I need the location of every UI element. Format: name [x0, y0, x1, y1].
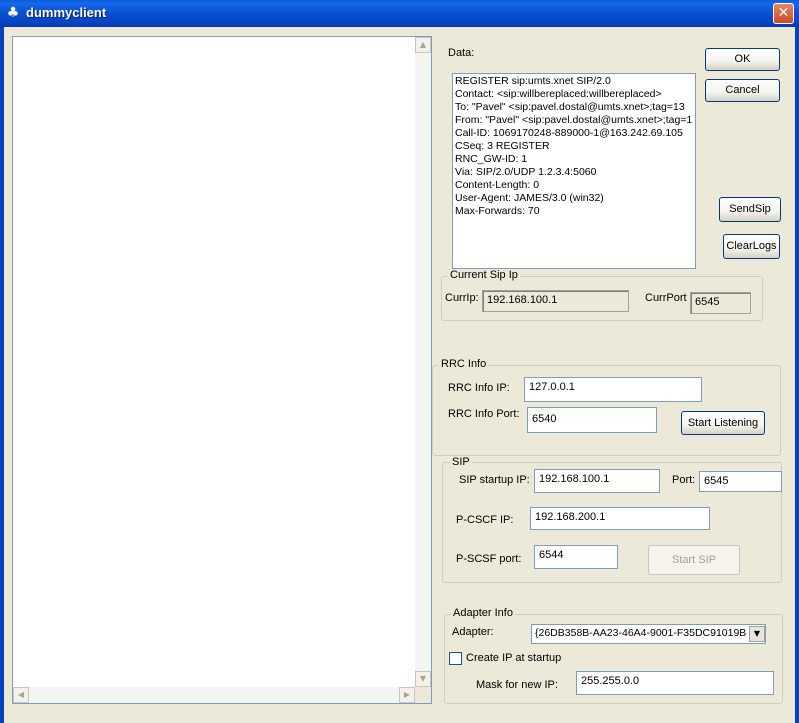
log-horizontal-scrollbar[interactable]: ◀ ▶: [13, 687, 415, 703]
sip-message-line: REGISTER sip:umts.xnet SIP/2.0: [455, 75, 611, 87]
create-ip-checkbox[interactable]: [449, 652, 462, 665]
sip-port-label: Port:: [672, 474, 696, 486]
sip-message-line: Max-Forwards: 70: [455, 205, 540, 217]
sip-port-input[interactable]: 6545: [699, 471, 782, 492]
sip-message-line: RNC_GW-ID: 1: [455, 153, 528, 165]
send-sip-button[interactable]: SendSip: [719, 197, 781, 222]
title-bar[interactable]: ♣ dummyclient ✕: [0, 0, 799, 27]
sip-message-line: Via: SIP/2.0/UDP 1.2.3.4:5060: [455, 166, 597, 178]
adapter-info-legend: Adapter Info: [451, 607, 515, 619]
start-sip-button[interactable]: Start SIP: [648, 545, 740, 575]
mask-label: Mask for new IP:: [476, 679, 558, 691]
curr-ip-label: CurrIp:: [445, 292, 479, 304]
adapter-select[interactable]: {26DB358B-AA23-46A4-9001-F35DC91019B: [531, 624, 766, 644]
sip-message-line: To: "Pavel" <sip:pavel.dostal@umts.xnet>…: [455, 101, 685, 113]
create-ip-label[interactable]: Create IP at startup: [466, 652, 561, 664]
sip-message-line: Contact: <sip:willbereplaced:willberepla…: [455, 88, 662, 100]
rrc-port-input[interactable]: 6540: [527, 407, 657, 433]
clear-logs-button[interactable]: ClearLogs: [723, 234, 780, 259]
rrc-port-label: RRC Info Port:: [448, 408, 520, 420]
ok-button[interactable]: OK: [705, 48, 780, 71]
curr-ip-field: 192.168.100.1: [482, 290, 629, 312]
rrc-ip-label: RRC Info IP:: [448, 382, 510, 394]
scroll-down-arrow-icon[interactable]: ▼: [415, 671, 431, 687]
mask-input[interactable]: 255.255.0.0: [576, 671, 774, 695]
start-listening-button[interactable]: Start Listening: [681, 411, 765, 435]
rrc-ip-input[interactable]: 127.0.0.1: [524, 377, 702, 402]
pscsf-port-input[interactable]: 6544: [534, 545, 618, 569]
sip-message-line: Content-Length: 0: [455, 179, 540, 191]
app-icon: ♣: [6, 5, 20, 21]
adapter-label: Adapter:: [452, 626, 494, 638]
pcscf-ip-input[interactable]: 192.168.200.1: [530, 507, 710, 530]
log-panel[interactable]: ▲ ▼ ◀ ▶: [12, 36, 432, 704]
adapter-selected-value: {26DB358B-AA23-46A4-9001-F35DC91019B: [535, 627, 747, 639]
data-label: Data:: [448, 47, 475, 59]
scroll-right-arrow-icon[interactable]: ▶: [399, 687, 415, 703]
curr-port-field: 6545: [690, 292, 751, 314]
scroll-left-arrow-icon[interactable]: ◀: [13, 687, 29, 703]
sip-message-line: CSeq: 3 REGISTER: [455, 140, 550, 152]
sip-legend: SIP: [450, 456, 472, 468]
sip-message-line: From: "Pavel" <sip:pavel.dostal@umts.xne…: [455, 114, 693, 126]
current-sip-ip-legend: Current Sip Ip: [448, 269, 520, 281]
scroll-corner: [415, 687, 431, 703]
rrc-info-legend: RRC Info: [439, 358, 489, 370]
sip-startup-ip-label: SIP startup IP:: [459, 474, 530, 486]
cancel-button[interactable]: Cancel: [705, 79, 780, 102]
pcscf-ip-label: P-CSCF IP:: [456, 514, 514, 526]
sip-message-line: Call-ID: 1069170248-889000-1@163.242.69.…: [455, 127, 683, 139]
dropdown-arrow-icon[interactable]: ▼: [749, 626, 765, 642]
curr-port-label: CurrPort: [645, 292, 687, 304]
window-title: dummyclient: [26, 5, 107, 20]
log-vertical-scrollbar[interactable]: ▲ ▼: [415, 37, 431, 687]
sip-message-textarea[interactable]: REGISTER sip:umts.xnet SIP/2.0 Contact: <…: [452, 73, 696, 269]
sip-startup-ip-input[interactable]: 192.168.100.1: [534, 469, 660, 493]
pscsf-port-label: P-SCSF port:: [456, 553, 522, 565]
close-button[interactable]: ✕: [773, 3, 794, 24]
sip-message-line: User-Agent: JAMES/3.0 (win32): [455, 192, 604, 204]
scroll-up-arrow-icon[interactable]: ▲: [415, 37, 431, 53]
